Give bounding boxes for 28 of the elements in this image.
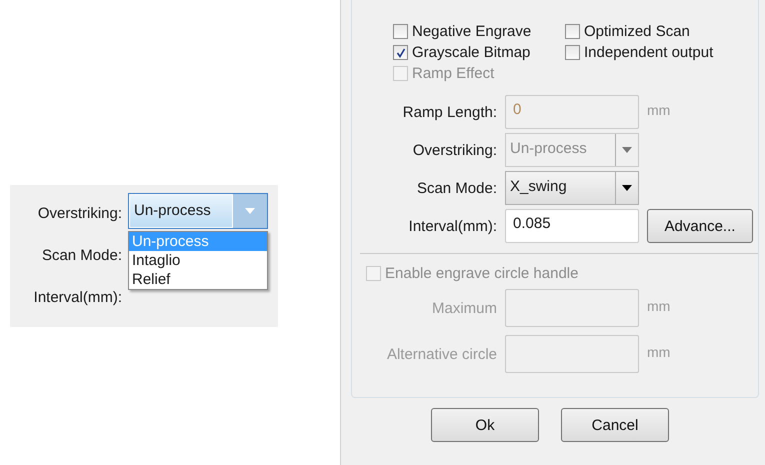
dropdown-option[interactable]: Relief (129, 270, 267, 289)
field-label: Maximum (430, 300, 497, 316)
unit-label: mm (647, 344, 672, 362)
dropdown-option[interactable]: Intaglio (129, 251, 267, 270)
field-label: Interval(mm): (34, 289, 122, 307)
caret-icon (622, 147, 632, 153)
field-label: Overstriking: (412, 142, 497, 158)
dropdown[interactable]: Un-process (128, 193, 268, 229)
field-label: Overstriking: (38, 205, 122, 223)
field-label: Scan Mode: (416, 180, 497, 196)
caret-icon (245, 208, 255, 214)
unit-label: mm (647, 298, 672, 316)
input-field[interactable]: 0.085 (505, 209, 639, 243)
field-label: Alternative circle (386, 346, 497, 362)
caret-icon (622, 185, 632, 191)
advance-button[interactable]: Advance... (647, 209, 753, 243)
checkbox[interactable]: Optimized Scan (565, 22, 758, 41)
checkbox[interactable]: Negative Engrave (393, 22, 565, 41)
unit-label: mm (647, 102, 672, 120)
checkbox[interactable]: Grayscale Bitmap (393, 43, 565, 62)
dropdown[interactable]: X_swing (505, 171, 639, 205)
dialog-button[interactable]: Ok (431, 408, 539, 442)
checkmark-icon (396, 48, 406, 58)
checkbox[interactable]: Independent output (565, 43, 758, 62)
field-label: Ramp Length: (402, 104, 497, 120)
field-label: Interval(mm): (408, 218, 497, 234)
dialog-button[interactable]: Cancel (561, 408, 669, 442)
field-label: Scan Mode: (42, 247, 122, 265)
